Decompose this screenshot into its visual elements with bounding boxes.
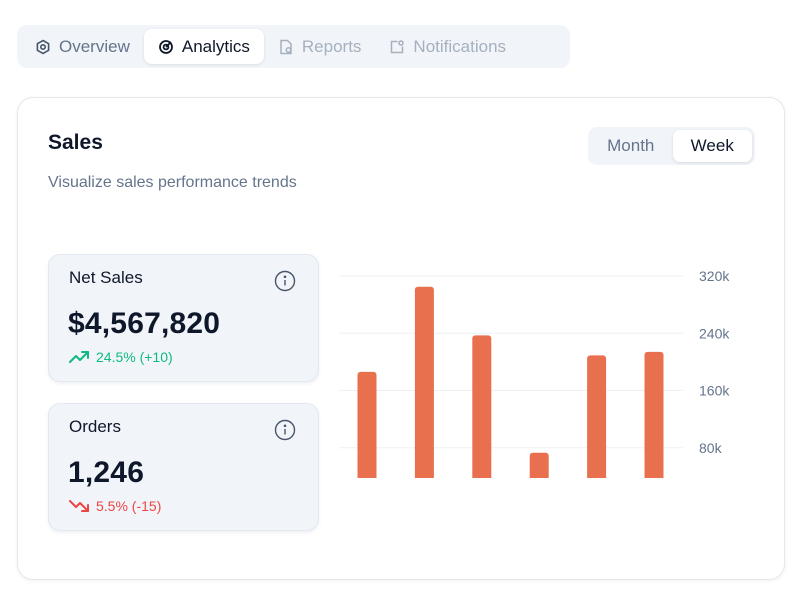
toggle-week[interactable]: Week [672, 130, 752, 162]
stat-delta: 24.5% (+10) [69, 349, 173, 365]
toggle-month[interactable]: Month [591, 130, 671, 162]
y-tick-label: 80k [699, 440, 723, 456]
stat-value: 1,246 [68, 456, 145, 489]
y-tick-label: 160k [699, 383, 730, 399]
bar-jan[interactable] [357, 371, 377, 478]
trending-down-icon [69, 500, 89, 512]
bar-jun[interactable] [644, 351, 664, 478]
tab-label: Overview [59, 36, 130, 56]
stat-value: $4,567,820 [68, 307, 221, 340]
period-toggle: Month Week [588, 127, 755, 165]
net-sales-card: Net Sales $4,567,820 24.5% (+10) [48, 254, 319, 382]
tab-reports[interactable]: Reports [264, 29, 376, 64]
orders-card: Orders 1,246 5.5% (-15) [48, 403, 319, 531]
bar-feb[interactable] [414, 286, 434, 478]
tab-analytics[interactable]: Analytics [143, 29, 264, 64]
info-icon[interactable] [274, 419, 296, 441]
stat-label: Net Sales [69, 268, 143, 287]
tab-notifications[interactable]: Notifications [375, 29, 520, 64]
report-icon [278, 39, 294, 55]
tab-overview[interactable]: Overview [21, 29, 144, 64]
stat-label: Orders [69, 417, 121, 436]
bell-icon [389, 39, 405, 55]
sales-bar-chart: 0k80k160k240k320kJanFebMarAprMayJun [339, 268, 730, 478]
tab-label: Notifications [413, 36, 507, 56]
stat-delta: 5.5% (-15) [69, 498, 161, 514]
bar-may[interactable] [587, 355, 607, 478]
trending-up-icon [69, 351, 89, 363]
tab-label: Analytics [181, 36, 250, 56]
radar-icon [158, 39, 174, 55]
bar-mar[interactable] [472, 335, 492, 478]
delta-text: 24.5% (+10) [96, 349, 173, 365]
card-subtitle: Visualize sales performance trends [48, 174, 297, 191]
tab-bar: Overview Analytics Reports Notifications [17, 25, 570, 68]
card-title: Sales [48, 131, 103, 154]
sales-card: Sales Visualize sales performance trends… [17, 97, 785, 580]
tab-label: Reports [301, 36, 362, 56]
target-icon [35, 39, 51, 55]
y-tick-label: 240k [699, 325, 730, 341]
info-icon[interactable] [274, 270, 296, 292]
y-tick-label: 320k [699, 268, 730, 284]
delta-text: 5.5% (-15) [96, 498, 162, 514]
bar-apr[interactable] [529, 452, 549, 478]
